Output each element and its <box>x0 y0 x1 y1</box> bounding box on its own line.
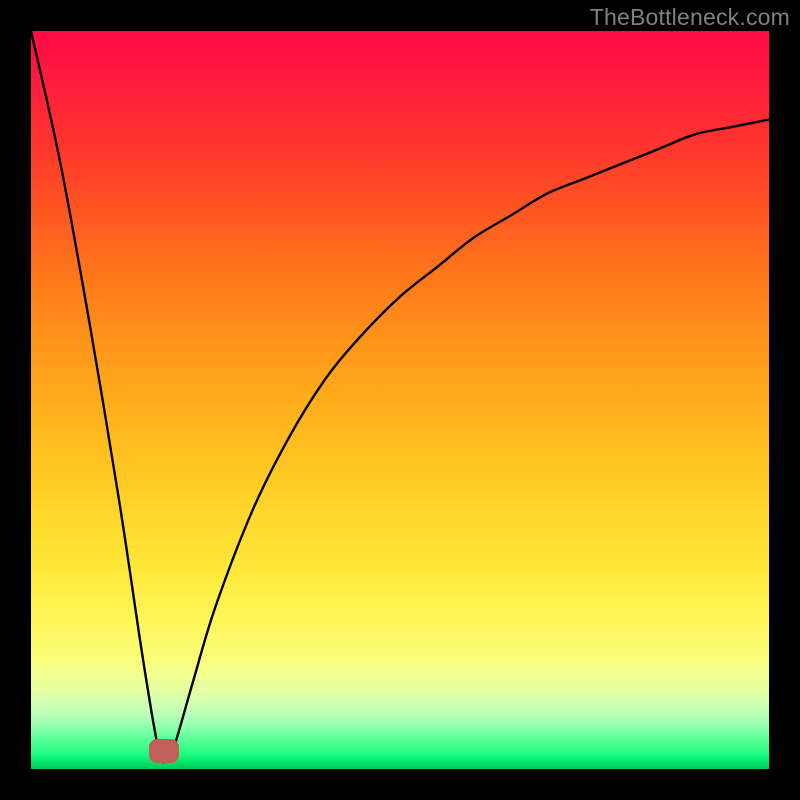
curve-path <box>31 31 769 762</box>
chart-frame: TheBottleneck.com <box>0 0 800 800</box>
plot-area <box>31 31 769 769</box>
watermark-text: TheBottleneck.com <box>590 4 790 31</box>
bottleneck-curve <box>31 31 769 769</box>
optimal-point-marker <box>149 739 179 763</box>
